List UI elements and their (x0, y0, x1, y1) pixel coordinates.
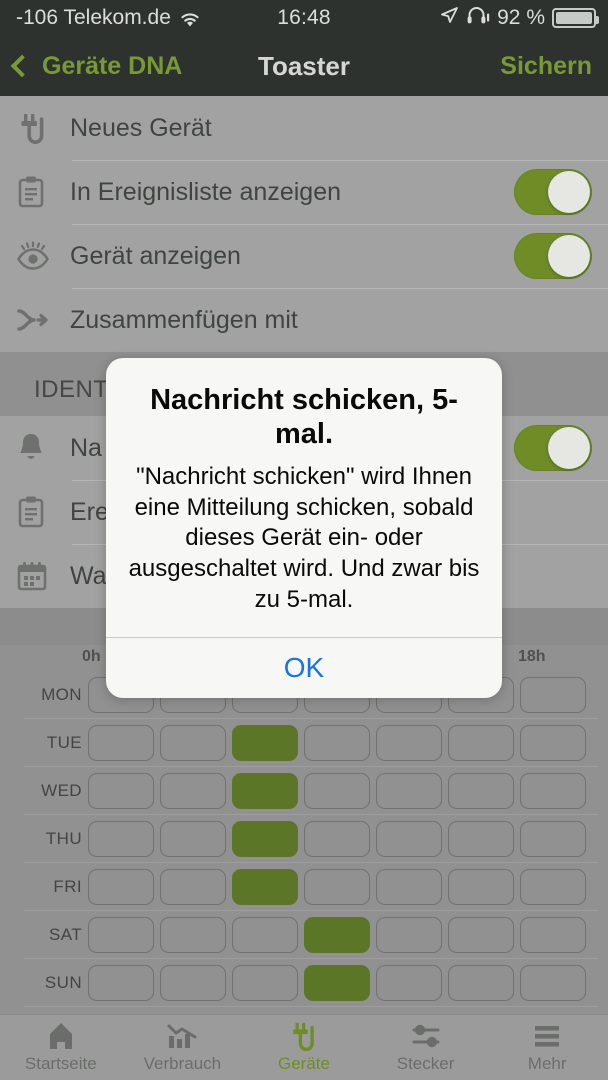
alert-ok-button[interactable]: OK (106, 638, 502, 698)
alert-title: Nachricht schicken, 5-mal. (150, 384, 458, 450)
alert-dialog: Nachricht schicken, 5-mal. "Nachricht sc… (106, 358, 502, 699)
app-root: -106 Telekom.de 16:48 92 % Geräte DNA To… (0, 0, 608, 1080)
alert-message: "Nachricht schicken" wird Ihnen eine Mit… (128, 462, 480, 613)
alert-body: Nachricht schicken, 5-mal. "Nachricht sc… (106, 358, 502, 637)
